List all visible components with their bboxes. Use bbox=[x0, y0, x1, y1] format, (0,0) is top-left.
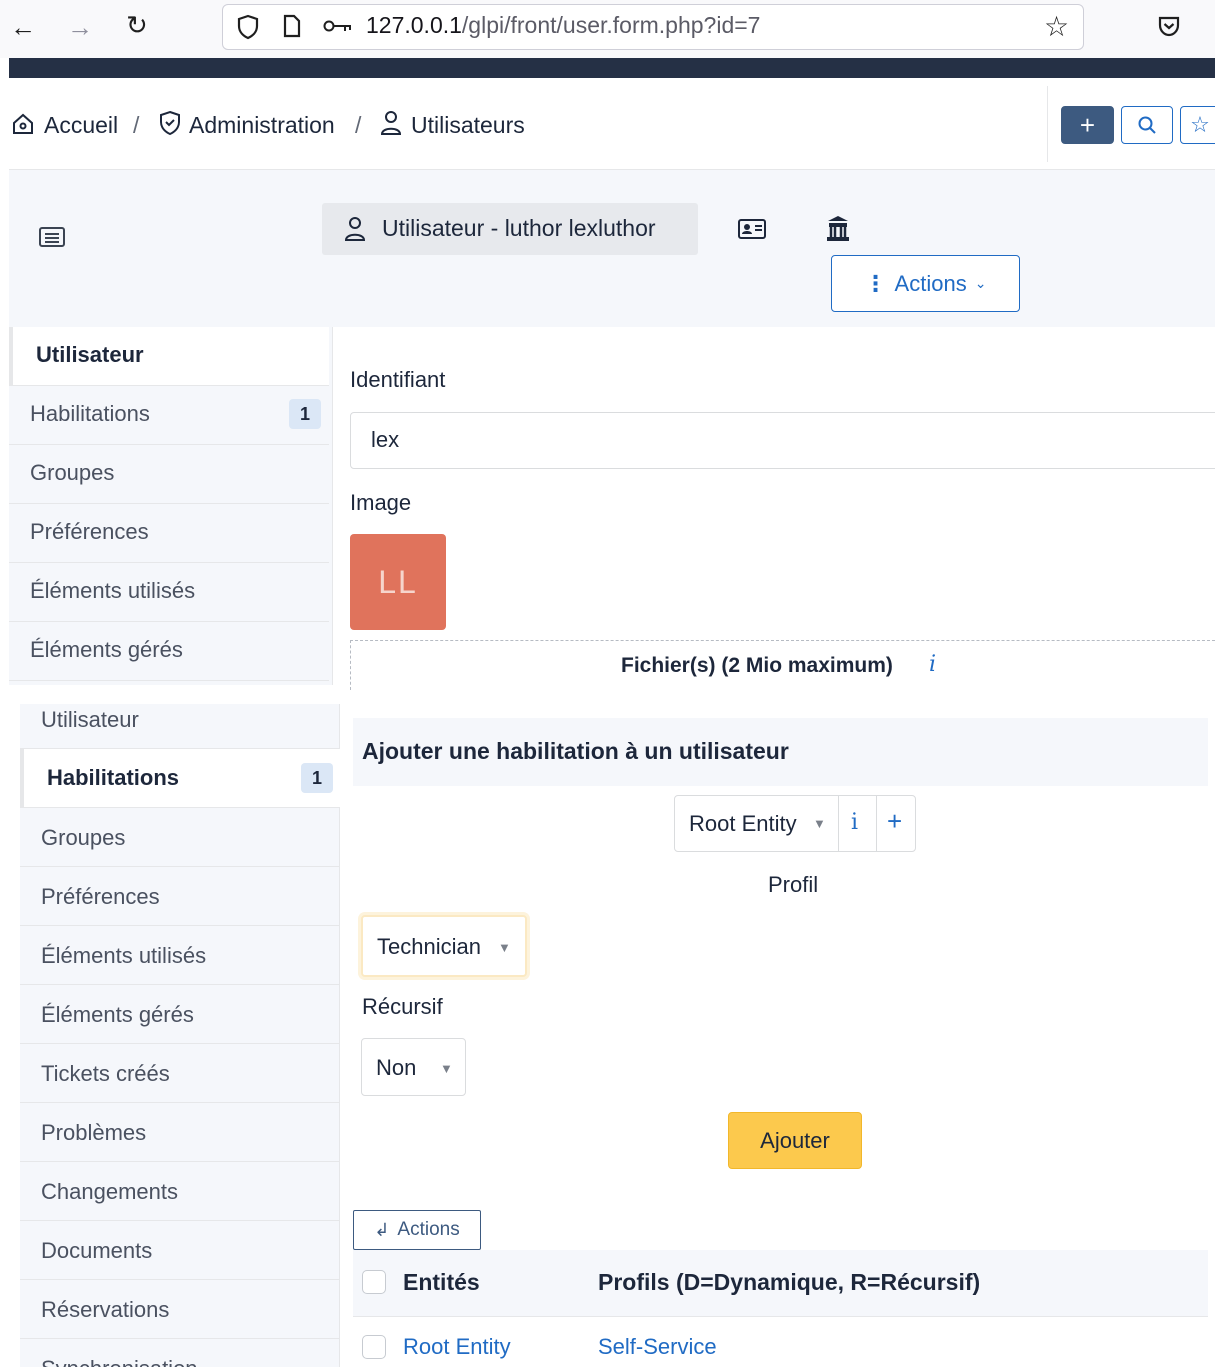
tab-label: Habilitations bbox=[47, 765, 180, 790]
profile-select[interactable]: Technician ▼ bbox=[361, 915, 527, 977]
tab-habilitations[interactable]: Habilitations 1 bbox=[9, 386, 329, 445]
caret-down-icon: ▼ bbox=[813, 816, 826, 831]
login-input[interactable]: lex bbox=[350, 412, 1215, 469]
page-icon[interactable] bbox=[282, 14, 302, 38]
info-icon[interactable]: i bbox=[851, 810, 858, 835]
image-label: Image bbox=[350, 490, 412, 515]
column-header-entities[interactable]: Entités bbox=[403, 1269, 480, 1296]
tab-habilitations[interactable]: Habilitations 1 bbox=[20, 749, 340, 808]
bookmark-button[interactable]: ☆ bbox=[1180, 106, 1215, 144]
star-icon: ☆ bbox=[1190, 112, 1210, 137]
caret-down-icon: ▼ bbox=[440, 1061, 453, 1076]
login-label: Identifiant bbox=[350, 367, 446, 392]
breadcrumb-separator: / bbox=[355, 112, 362, 138]
tab-utilisateur[interactable]: Utilisateur bbox=[9, 327, 329, 386]
tab-preferences[interactable]: Préférences bbox=[20, 867, 340, 926]
tab-elements-geres[interactable]: Éléments gérés bbox=[9, 622, 329, 681]
tab-elements-utilises[interactable]: Éléments utilisés bbox=[20, 926, 340, 985]
select-all-checkbox[interactable] bbox=[362, 1270, 386, 1294]
tab-groupes[interactable]: Groupes bbox=[20, 808, 340, 867]
row-entity-link[interactable]: Root Entity bbox=[403, 1334, 511, 1360]
avatar: LL bbox=[350, 534, 446, 630]
count-badge: 1 bbox=[301, 763, 333, 793]
tab-elements-utilises[interactable]: Éléments utilisés bbox=[9, 563, 329, 622]
dropzone-label: Fichier(s) (2 Mio maximum) bbox=[621, 654, 893, 677]
tab-preferences[interactable]: Préférences bbox=[9, 504, 329, 563]
item-title-text: Utilisateur - luthor lexluthor bbox=[382, 215, 656, 241]
forward-arrow-icon[interactable]: → bbox=[67, 14, 93, 40]
recursive-select[interactable]: Non ▼ bbox=[361, 1038, 466, 1096]
bookmark-star-icon[interactable]: ☆ bbox=[1044, 10, 1069, 43]
permissions-key-icon[interactable] bbox=[323, 18, 353, 34]
url-text: 127.0.0.1/glpi/front/user.form.php?id=7 bbox=[366, 12, 761, 38]
tab-problemes[interactable]: Problèmes bbox=[20, 1103, 340, 1162]
add-entity-icon[interactable]: + bbox=[887, 806, 902, 837]
tab-changements[interactable]: Changements bbox=[20, 1162, 340, 1221]
tab-tickets-crees[interactable]: Tickets créés bbox=[20, 1044, 340, 1103]
breadcrumb-separator: / bbox=[133, 112, 140, 138]
search-icon bbox=[1138, 116, 1156, 134]
header-divider bbox=[1047, 86, 1048, 162]
profile-value: Technician bbox=[377, 934, 481, 959]
tab-synchronisation[interactable]: Synchronisation bbox=[20, 1339, 340, 1367]
entity-select[interactable]: Root Entity bbox=[689, 811, 797, 837]
impersonate-icon[interactable] bbox=[825, 215, 851, 243]
top-navbar bbox=[9, 58, 1215, 78]
shield-tracking-icon[interactable] bbox=[236, 14, 260, 40]
column-header-profiles[interactable]: Profils (D=Dynamique, R=Récursif) bbox=[598, 1269, 980, 1296]
breadcrumb-home[interactable]: Accueil bbox=[44, 112, 118, 139]
caret-down-icon: ▼ bbox=[498, 940, 511, 955]
section-title: Ajouter une habilitation à un utilisateu… bbox=[362, 738, 789, 764]
tab-reservations[interactable]: Réservations bbox=[20, 1280, 340, 1339]
tab-label: Habilitations bbox=[30, 401, 150, 426]
row-profile-link[interactable]: Self-Service bbox=[598, 1334, 717, 1360]
tab-documents[interactable]: Documents bbox=[20, 1221, 340, 1280]
recursive-label: Récursif bbox=[362, 994, 443, 1019]
info-icon[interactable]: i bbox=[929, 652, 936, 677]
vcard-icon[interactable] bbox=[737, 218, 767, 240]
item-title: Utilisateur - luthor lexluthor bbox=[322, 203, 698, 255]
search-button[interactable] bbox=[1121, 106, 1173, 144]
massive-actions-label: Actions bbox=[397, 1219, 460, 1240]
shield-check-icon bbox=[160, 110, 180, 136]
count-badge: 1 bbox=[289, 399, 321, 429]
home-icon bbox=[13, 113, 33, 134]
recursive-value: Non bbox=[376, 1055, 417, 1080]
corner-arrow-icon: ↲ bbox=[374, 1219, 390, 1240]
actions-label: Actions bbox=[894, 270, 967, 296]
breadcrumb-users[interactable]: Utilisateurs bbox=[411, 112, 525, 139]
entity-select-group: Root Entity ▼ i + bbox=[674, 795, 916, 852]
divider bbox=[838, 796, 839, 851]
reload-icon[interactable]: ↻ bbox=[126, 12, 148, 38]
tab-groupes[interactable]: Groupes bbox=[9, 445, 329, 504]
tab-elements-geres[interactable]: Éléments gérés bbox=[20, 985, 340, 1044]
user-icon bbox=[344, 217, 366, 241]
breadcrumb-administration[interactable]: Administration bbox=[189, 112, 335, 139]
add-button[interactable]: + bbox=[1061, 106, 1114, 144]
massive-actions-button[interactable]: ↲ Actions bbox=[353, 1210, 481, 1250]
user-icon bbox=[380, 111, 402, 135]
list-toggle-icon[interactable] bbox=[38, 226, 66, 248]
add-habilitation-button[interactable]: Ajouter bbox=[728, 1112, 862, 1169]
kebab-icon: ⋮ bbox=[864, 270, 887, 296]
back-arrow-icon[interactable]: ← bbox=[10, 14, 36, 40]
profile-label: Profil bbox=[768, 872, 819, 897]
divider bbox=[876, 796, 877, 851]
tab-utilisateur[interactable]: Utilisateur bbox=[20, 690, 340, 749]
pocket-icon[interactable] bbox=[1157, 14, 1181, 38]
row-checkbox[interactable] bbox=[362, 1335, 386, 1359]
chevron-down-icon: ⌄ bbox=[974, 275, 987, 291]
user-form bbox=[332, 327, 1215, 685]
actions-dropdown-button[interactable]: ⋮ Actions ⌄ bbox=[831, 255, 1020, 312]
